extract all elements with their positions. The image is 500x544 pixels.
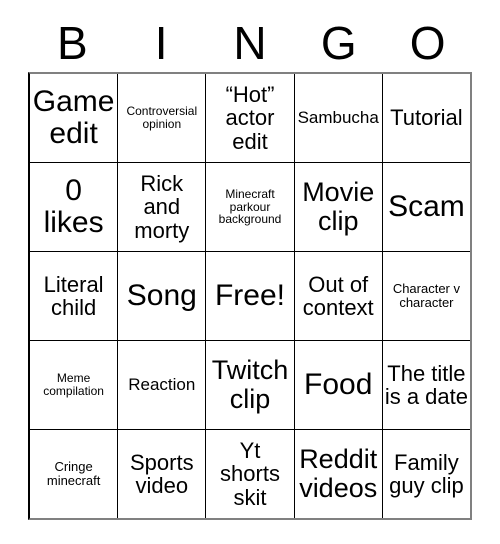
bingo-header-letter-n: N [233,17,267,69]
bingo-cell-g4[interactable]: Food [293,341,382,429]
bingo-card: B I N G O Game edit Controversial opinio… [28,14,472,520]
bingo-cell-n5[interactable]: Yt shorts skit [205,430,294,518]
bingo-cell-n4[interactable]: Twitch clip [205,341,294,429]
bingo-cell-b1[interactable]: Game edit [30,74,118,162]
bingo-cell-label: Free! [214,279,286,313]
bingo-cell-o4[interactable]: The title is a date [381,341,471,429]
bingo-cell-label: Minecraft parkour background [218,186,282,227]
bingo-cell-label: 0 likes [43,174,104,239]
bingo-cell-o1[interactable]: Tutorial [381,74,471,162]
bingo-grid: Game edit Controversial opinion “Hot” ac… [28,72,472,520]
bingo-cell-g3[interactable]: Out of context [293,252,382,340]
bingo-cell-label: Cringe minecraft [46,459,101,488]
bingo-header: B I N G O [28,14,472,72]
bingo-row: Cringe minecraft Sports video Yt shorts … [30,429,471,518]
bingo-header-letter-g: G [320,17,357,69]
bingo-cell-i5[interactable]: Sports video [117,430,206,518]
bingo-cell-o2[interactable]: Scam [381,163,471,251]
bingo-cell-label: Character v character [392,281,461,310]
bingo-cell-label: Rick and morty [134,171,190,243]
bingo-cell-o3[interactable]: Character v character [381,252,471,340]
bingo-cell-i1[interactable]: Controversial opinion [117,74,206,162]
bingo-cell-label: Literal child [43,271,104,320]
bingo-row: Meme compilation Reaction Twitch clip Fo… [30,340,471,429]
bingo-cell-label: Sports video [130,449,194,498]
bingo-header-letter-b: B [57,17,88,69]
bingo-header-letter-o: O [409,17,446,69]
bingo-cell-label: Controversial opinion [126,104,198,131]
bingo-cell-i4[interactable]: Reaction [117,341,206,429]
bingo-cell-label: Yt shorts skit [220,438,280,510]
bingo-cell-b5[interactable]: Cringe minecraft [30,430,118,518]
bingo-row: 0 likes Rick and morty Minecraft parkour… [30,162,471,251]
bingo-cell-g2[interactable]: Movie clip [293,163,382,251]
bingo-cell-label: Reddit videos [299,444,378,503]
bingo-cell-label: Reaction [128,374,196,394]
bingo-cell-b3[interactable]: Literal child [30,252,118,340]
bingo-cell-label: Song [126,279,197,313]
bingo-cell-label: Out of context [302,271,374,320]
bingo-cell-n1[interactable]: “Hot” actor edit [205,74,294,162]
bingo-cell-label: Movie clip [302,177,375,236]
bingo-cell-n2[interactable]: Minecraft parkour background [205,163,294,251]
bingo-cell-o5[interactable]: Family guy clip [381,430,471,518]
bingo-cell-i3[interactable]: Song [117,252,206,340]
bingo-cell-label: “Hot” actor edit [225,82,275,154]
bingo-cell-label: Tutorial [390,105,463,131]
bingo-cell-label: Sambucha [297,107,379,127]
bingo-cell-b2[interactable]: 0 likes [30,163,118,251]
bingo-cell-label: Scam [388,190,465,224]
bingo-cell-g1[interactable]: Sambucha [293,74,382,162]
bingo-cell-i2[interactable]: Rick and morty [117,163,206,251]
bingo-cell-label: The title is a date [384,360,468,409]
bingo-cell-g5[interactable]: Reddit videos [293,430,382,518]
bingo-cell-label: Food [304,368,373,402]
bingo-cell-label: Meme compilation [43,371,104,398]
bingo-cell-label: Family guy clip [389,449,464,498]
bingo-header-letter-i: I [154,17,168,69]
bingo-cell-n3-free[interactable]: Free! [205,252,294,340]
bingo-cell-label: Game edit [32,85,115,150]
bingo-row: Game edit Controversial opinion “Hot” ac… [30,74,471,162]
bingo-cell-label: Twitch clip [211,355,289,414]
bingo-cell-b4[interactable]: Meme compilation [30,341,118,429]
bingo-row: Literal child Song Free! Out of context … [30,251,471,340]
